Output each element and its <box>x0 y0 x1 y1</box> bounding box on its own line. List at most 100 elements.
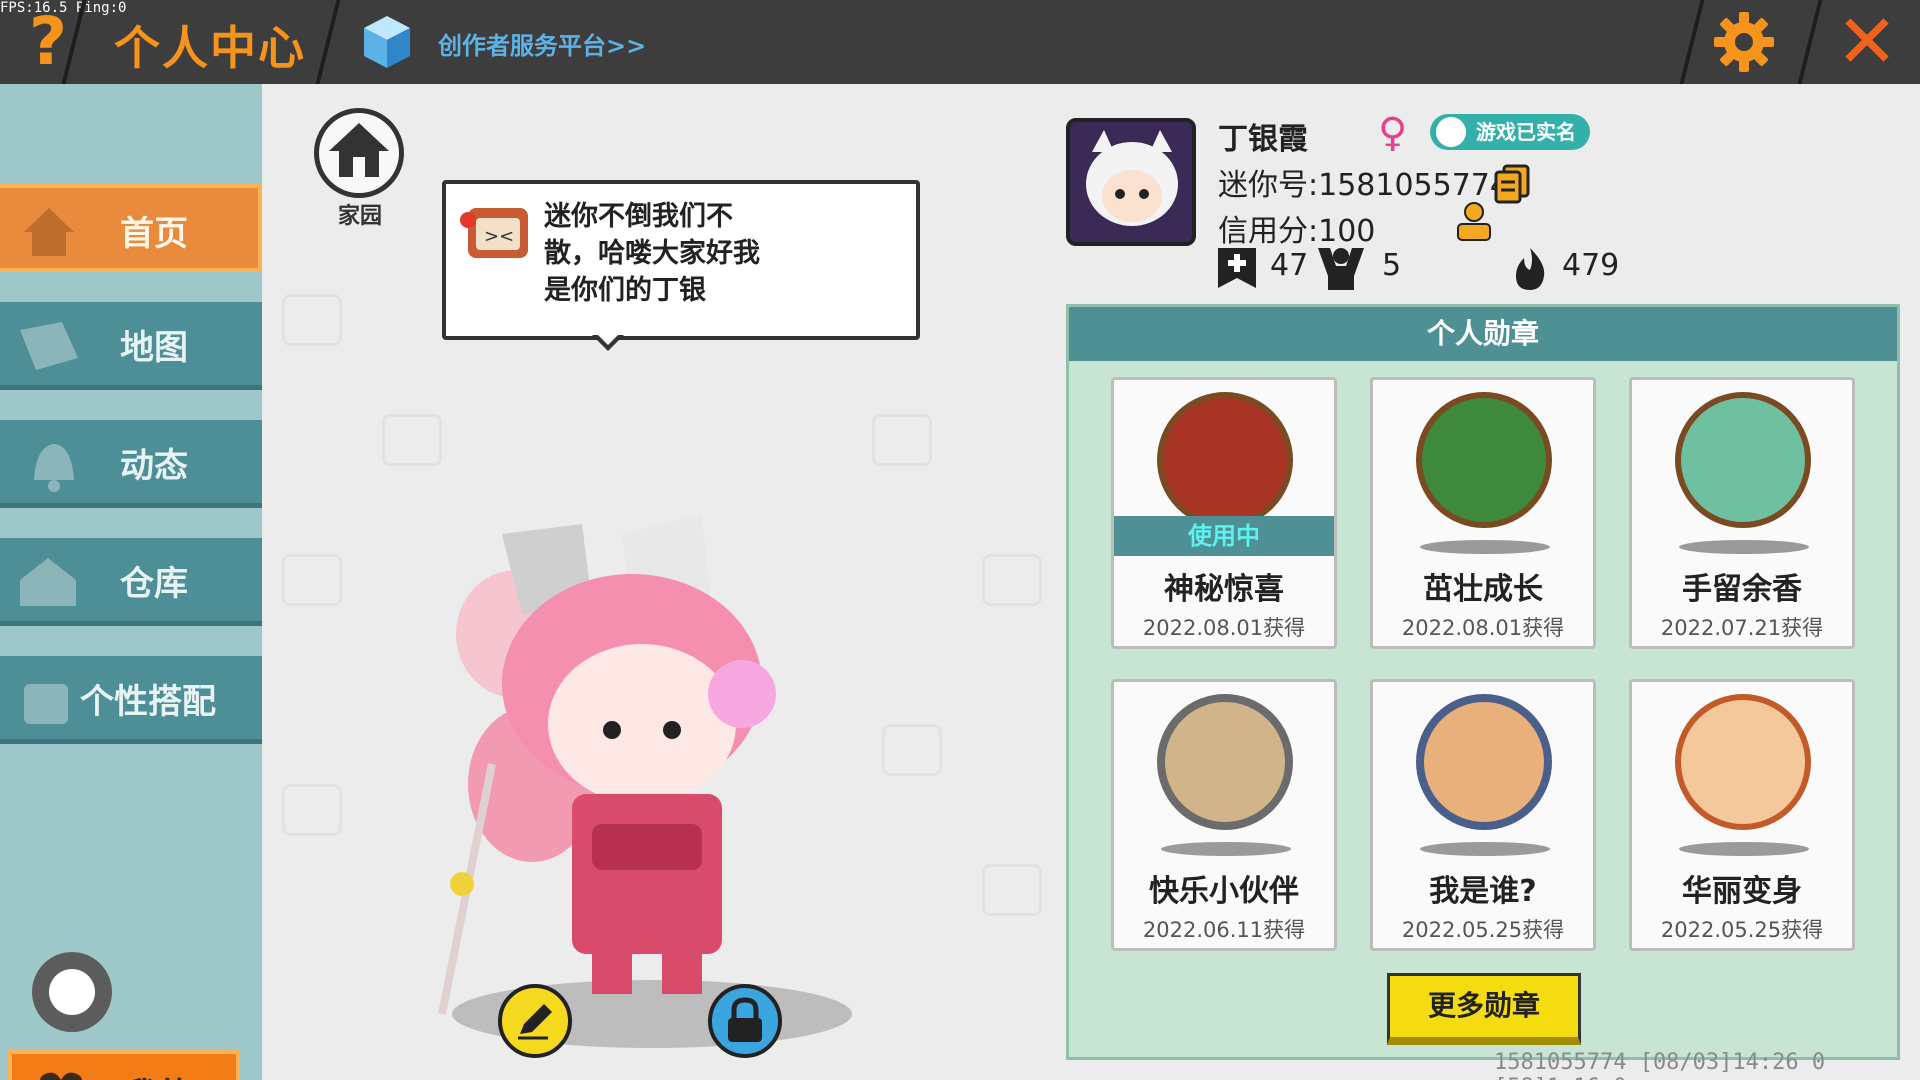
record-button[interactable] <box>32 952 112 1032</box>
sidebar-item-warehouse[interactable]: 仓库 <box>0 538 262 626</box>
medal-name: 神秘惊喜 <box>1164 572 1284 607</box>
medal-date: 2022.05.25获得 <box>1401 918 1565 942</box>
edit-button[interactable] <box>498 984 572 1058</box>
sidebar: 首页 地图 动态 仓库 个性搭配 我的 <box>0 84 262 1080</box>
homeland-label: 家园 <box>337 204 382 229</box>
background-pattern <box>282 554 342 606</box>
background-pattern <box>282 784 342 836</box>
mine-button[interactable]: 我的 <box>8 1050 240 1080</box>
sidebar-item-label: 个性搭配 <box>80 682 216 722</box>
gear-icon[interactable] <box>1712 10 1776 74</box>
copy-icon[interactable] <box>1492 164 1532 204</box>
homeland-button[interactable] <box>314 108 404 198</box>
background-pattern <box>282 294 342 346</box>
warehouse-icon <box>20 558 76 606</box>
friend-icon[interactable] <box>1452 200 1496 244</box>
dino-medal-icon <box>1675 694 1811 830</box>
medal-card[interactable]: 茁壮成长 2022.08.01获得 <box>1370 377 1596 649</box>
page-title: 个人中心 <box>114 21 306 75</box>
medal-date: 2022.08.01获得 <box>1401 616 1565 640</box>
sidebar-item-label: 首页 <box>120 214 188 254</box>
background-pattern <box>872 414 932 466</box>
medal-card[interactable]: 我是谁? 2022.05.25获得 <box>1370 679 1596 951</box>
signature-bubble[interactable]: >< 迷你不倒我们不散，哈喽大家好我是你们的丁银 <box>442 180 920 340</box>
heart-icon <box>40 1072 82 1080</box>
verified-label: 游戏已实名 <box>1476 120 1576 144</box>
sidebar-item-feed[interactable]: 动态 <box>0 420 262 508</box>
close-button[interactable]: ✕ <box>1836 4 1898 80</box>
background-pattern <box>982 554 1042 606</box>
mascot-icon: >< <box>460 208 528 258</box>
sidebar-item-label: 动态 <box>120 446 188 486</box>
character-avatar[interactable] <box>412 494 882 1054</box>
home-icon <box>24 208 74 256</box>
top-bar: FPS:16.5 Ping:0 ? 个人中心 创作者服务平台>> ✕ <box>0 0 1920 84</box>
heat-count: 479 <box>1562 248 1620 283</box>
pencil-icon <box>518 1004 552 1040</box>
medal-card[interactable]: 手留余香 2022.07.21获得 <box>1629 377 1855 649</box>
divider <box>315 0 341 84</box>
build-info: 1581055774 [08/03]14:26 0 [58]1.16.0 <box>1494 1050 1826 1080</box>
flower-medal-icon <box>1675 392 1811 528</box>
sidebar-item-map[interactable]: 地图 <box>0 302 262 390</box>
verified-badge[interactable]: 游戏已实名 <box>1430 114 1590 150</box>
lock-icon <box>728 997 762 1042</box>
letter-medal-icon <box>1416 694 1552 830</box>
avatar-image <box>1070 122 1192 242</box>
svg-text:><: >< <box>484 226 514 247</box>
medal-date: 2022.07.21获得 <box>1660 616 1824 640</box>
player-name: 丁银霞 <box>1218 122 1308 157</box>
medal-panel: 个人勋章 使用中 神秘惊喜 2022.08.01获得 茁壮成长 2022.08.… <box>1066 304 1900 1060</box>
like-icon <box>1218 248 1256 288</box>
medal-date: 2022.06.11获得 <box>1142 918 1306 942</box>
medal-shadow <box>1420 842 1550 856</box>
medal-shadow <box>1161 842 1291 856</box>
fans-count: 5 <box>1382 248 1402 283</box>
bubble-tail <box>596 333 620 345</box>
medal-name: 华丽变身 <box>1682 874 1802 909</box>
map-icon <box>20 322 78 370</box>
medal-panel-title: 个人勋章 <box>1069 307 1897 361</box>
mine-label: 我的 <box>124 1068 192 1080</box>
background-pattern <box>882 724 942 776</box>
medal-shadow <box>1679 842 1809 856</box>
outfit-icon <box>24 684 68 724</box>
more-medals-button[interactable]: 更多勋章 <box>1387 973 1581 1045</box>
likes-count: 47 <box>1270 248 1309 283</box>
medal-shadow <box>1420 540 1550 554</box>
lock-button[interactable] <box>708 984 782 1058</box>
sidebar-item-outfit[interactable]: 个性搭配 <box>0 656 262 744</box>
sidebar-item-home[interactable]: 首页 <box>0 184 262 272</box>
mini-id: 迷你号:1581055774 <box>1218 168 1509 203</box>
flame-icon <box>1516 248 1545 290</box>
medal-name: 茁壮成长 <box>1423 572 1543 607</box>
signature-text: 迷你不倒我们不散，哈喽大家好我是你们的丁银 <box>544 201 760 306</box>
gift-medal-icon <box>1157 392 1293 528</box>
medal-card[interactable]: 快乐小伙伴 2022.06.11获得 <box>1111 679 1337 951</box>
character-stage: 家园 >< 迷你不倒我们不散，哈喽大家好我是你们的丁银 <box>262 84 1068 1080</box>
user-check-icon <box>1436 117 1466 147</box>
divider <box>1679 0 1705 84</box>
background-pattern <box>982 864 1042 916</box>
divider <box>1797 0 1823 84</box>
sidebar-item-label: 地图 <box>120 328 188 368</box>
friends-medal-icon <box>1157 694 1293 830</box>
background-pattern <box>382 414 442 466</box>
frog-king-medal-icon <box>1416 392 1552 528</box>
in-use-badge: 使用中 <box>1114 516 1334 556</box>
medal-date: 2022.08.01获得 <box>1142 616 1306 640</box>
medal-shadow <box>1679 540 1809 554</box>
medal-name: 快乐小伙伴 <box>1149 874 1299 909</box>
credit-score: 信用分:100 <box>1218 214 1376 249</box>
fans-icon <box>1318 248 1364 290</box>
medal-name: 手留余香 <box>1682 572 1802 607</box>
house-icon <box>329 123 389 177</box>
avatar[interactable] <box>1066 118 1196 246</box>
medal-name: 我是谁? <box>1429 874 1537 909</box>
medal-card[interactable]: 使用中 神秘惊喜 2022.08.01获得 <box>1111 377 1337 649</box>
medal-card[interactable]: 华丽变身 2022.05.25获得 <box>1629 679 1855 951</box>
cube-icon[interactable] <box>362 14 412 70</box>
sidebar-item-label: 仓库 <box>120 564 188 604</box>
bell-icon <box>34 444 74 492</box>
creator-platform-link[interactable]: 创作者服务平台>> <box>438 26 646 61</box>
